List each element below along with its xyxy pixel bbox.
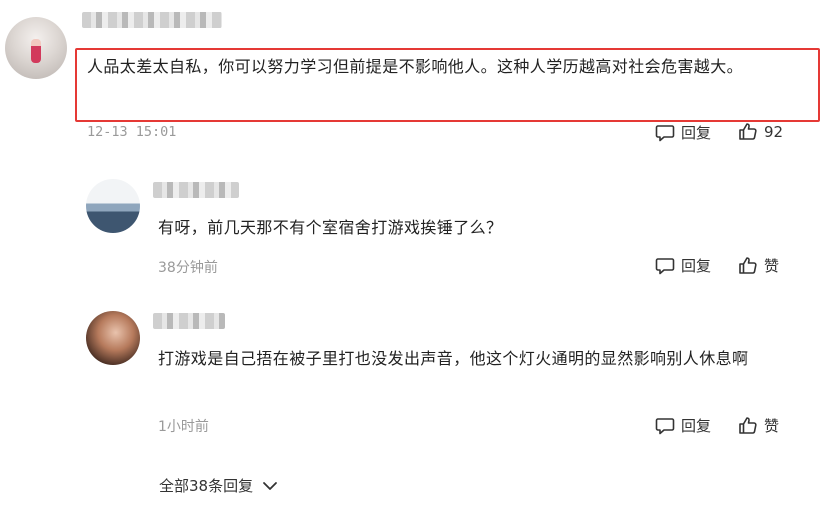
reply-label: 回复	[681, 124, 712, 142]
reply-timestamp: 1小时前	[158, 419, 209, 435]
thumbs-up-icon	[739, 417, 757, 434]
comment-timestamp: 12-13 15:01	[87, 124, 177, 140]
reply-button[interactable]: 回复	[655, 122, 711, 143]
thumbs-up-icon	[739, 123, 757, 140]
avatar[interactable]	[5, 17, 67, 79]
reply-button[interactable]: 回复	[655, 255, 711, 276]
comment-icon	[655, 124, 675, 141]
reply-label: 回复	[681, 257, 712, 275]
reply-text: 有呀，前几天那不有个室宿舍打游戏挨锤了么？	[158, 218, 503, 237]
chevron-down-icon	[263, 481, 277, 490]
reply-timestamp: 38分钟前	[158, 260, 218, 276]
avatar[interactable]	[86, 179, 140, 233]
like-button[interactable]: 赞	[738, 415, 779, 436]
like-count: 92	[764, 122, 784, 141]
reply-button[interactable]: 回复	[655, 415, 711, 436]
like-label: 赞	[764, 417, 780, 435]
avatar-figure	[31, 39, 41, 63]
username-blurred[interactable]	[82, 12, 222, 28]
thumbs-up-icon	[739, 257, 757, 274]
username-blurred[interactable]	[153, 182, 239, 198]
reply-label: 回复	[681, 417, 712, 435]
comment-text: 人品太差太自私，你可以努力学习但前提是不影响他人。这种人学历越高对社会危害越大。	[87, 57, 744, 76]
all-replies-link[interactable]: 全部38条回复	[159, 475, 279, 496]
reply-text: 打游戏是自己捂在被子里打也没发出声音，他这个灯火通明的显然影响别人休息啊	[158, 349, 749, 368]
avatar[interactable]	[86, 311, 140, 365]
like-button[interactable]: 赞	[738, 255, 779, 276]
like-button[interactable]: 92	[738, 122, 783, 141]
like-label: 赞	[764, 257, 780, 275]
username-blurred[interactable]	[153, 313, 225, 329]
all-replies-label: 全部38条回复	[159, 477, 254, 495]
comment-icon	[655, 257, 675, 274]
comment-icon	[655, 417, 675, 434]
